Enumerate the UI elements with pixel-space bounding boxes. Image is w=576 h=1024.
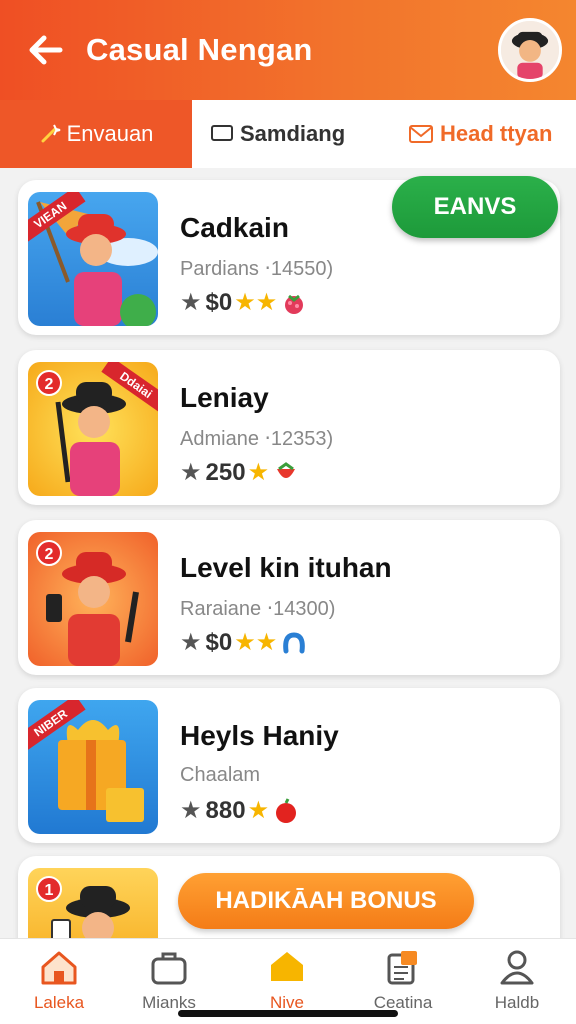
game-thumbnail: 2 bbox=[28, 532, 158, 666]
game-subtitle: Admiane ‧12353) bbox=[180, 428, 334, 450]
home-indicator bbox=[178, 1010, 398, 1017]
game-card[interactable]: 2 Level kin ituhan Raraiane ‧14300) ★ $0… bbox=[18, 520, 560, 675]
game-title: Leniay bbox=[180, 382, 269, 413]
game-subtitle: Chaalam bbox=[180, 764, 261, 786]
tab-envauan[interactable]: Envauan bbox=[0, 100, 192, 168]
count-badge: 1 bbox=[36, 876, 62, 902]
tab-bar: Envauan Samdiang Head ttyan bbox=[0, 100, 576, 168]
mail-icon bbox=[409, 125, 433, 143]
game-thumbnail: VIEAN bbox=[28, 192, 158, 326]
clipboard-icon bbox=[387, 951, 417, 985]
count-badge: 2 bbox=[36, 540, 62, 566]
profile-avatar[interactable] bbox=[498, 18, 562, 82]
game-subtitle: Pardians ‧14550) bbox=[180, 258, 334, 280]
nav-item-ceatina[interactable]: Ceatina bbox=[348, 949, 458, 1013]
horseshoe-icon bbox=[283, 631, 306, 653]
home-icon bbox=[41, 951, 77, 985]
star-icon: ★ bbox=[180, 797, 202, 824]
bonus-button[interactable]: HADIKĀAH BONUS bbox=[178, 873, 474, 929]
rating-value: $0 bbox=[205, 288, 233, 316]
star-icon: ★ bbox=[180, 459, 202, 486]
game-card[interactable]: NIBER Heyls Haniy Chaalam ★ 880 ★ bbox=[18, 688, 560, 843]
app-header: Casual Nengan bbox=[0, 0, 576, 100]
wand-icon bbox=[41, 124, 60, 143]
count-badge: 2 bbox=[36, 370, 62, 396]
tab-samdiang[interactable]: Samdiang bbox=[210, 100, 345, 168]
game-rating: ★ 250 ★ bbox=[180, 458, 299, 487]
star-icon: ★★ bbox=[234, 629, 278, 656]
tab-label: Head ttyan bbox=[440, 121, 553, 146]
eanvs-button[interactable]: EANVS bbox=[392, 176, 558, 238]
star-icon: ★ bbox=[247, 459, 270, 486]
rating-value: 250 bbox=[205, 458, 246, 486]
game-subtitle: Raraiane ‧14300) bbox=[180, 598, 336, 620]
nav-item-mianks[interactable]: Mianks bbox=[114, 949, 224, 1013]
home-filled-icon bbox=[271, 952, 303, 981]
rating-value: 880 bbox=[205, 796, 246, 824]
apple-icon bbox=[276, 797, 297, 823]
nav-item-laleka[interactable]: Laleka bbox=[4, 949, 114, 1013]
back-arrow-icon[interactable] bbox=[26, 30, 66, 70]
star-icon: ★ bbox=[180, 289, 202, 316]
tab-label: Samdiang bbox=[240, 121, 346, 146]
game-thumbnail: 2 Ddaiai bbox=[28, 362, 158, 496]
nav-label: Laleka bbox=[33, 993, 85, 1012]
nav-item-nive[interactable]: Nive bbox=[232, 949, 342, 1013]
star-icon: ★ bbox=[180, 629, 202, 656]
rating-value: $0 bbox=[205, 628, 233, 656]
star-icon: ★★ bbox=[234, 289, 278, 316]
game-thumbnail: NIBER bbox=[28, 700, 158, 834]
raspberry-icon bbox=[285, 294, 304, 314]
game-card[interactable]: 2 Ddaiai Leniay Admiane ‧12353) ★ 250 ★ bbox=[18, 350, 560, 505]
briefcase-icon bbox=[151, 952, 187, 985]
strawberry-icon bbox=[277, 461, 296, 478]
nav-item-haldb[interactable]: Haldb bbox=[462, 949, 572, 1013]
person-icon bbox=[500, 950, 534, 985]
star-icon: ★ bbox=[247, 797, 270, 824]
game-rating: ★ $0 ★★ bbox=[180, 288, 307, 317]
page-title: Casual Nengan bbox=[86, 32, 313, 67]
tab-label: Envauan bbox=[66, 121, 154, 146]
monitor-icon bbox=[211, 125, 233, 141]
nav-label: Haldb bbox=[494, 993, 540, 1012]
game-title: Level kin ituhan bbox=[180, 552, 392, 583]
tab-head-ttyan[interactable]: Head ttyan bbox=[408, 100, 552, 168]
game-rating: ★ $0 ★★ bbox=[180, 628, 307, 657]
game-rating: ★ 880 ★ bbox=[180, 796, 299, 825]
game-title: Heyls Haniy bbox=[180, 720, 339, 751]
game-title: Cadkain bbox=[180, 212, 289, 243]
